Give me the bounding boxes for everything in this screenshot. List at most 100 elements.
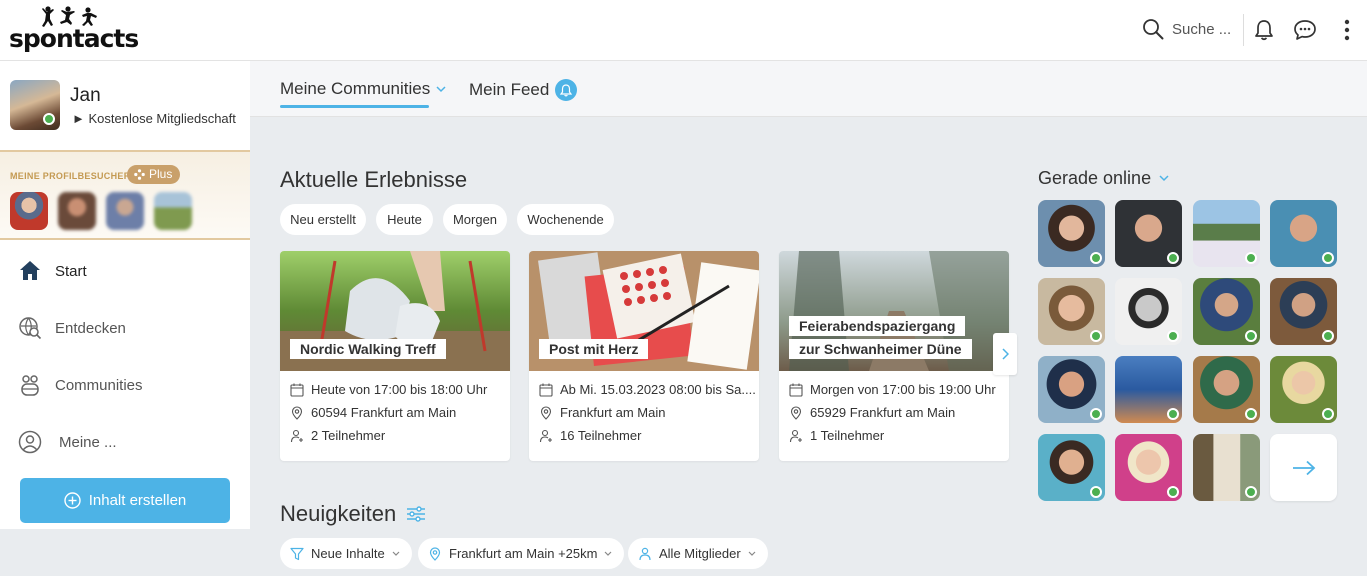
feed-tabs: Meine Communities Mein Feed (250, 61, 1367, 117)
event-participants-text: 16 Teilnehmer (560, 428, 642, 443)
online-user-avatar[interactable] (1193, 278, 1260, 345)
show-more-online-button[interactable] (1270, 434, 1337, 501)
nav-item-meine[interactable]: Meine ... (0, 417, 250, 467)
filter-label: Frankfurt am Main +25km (449, 546, 598, 561)
discover-icon (19, 317, 42, 340)
tab-mein-feed[interactable]: Mein Feed (469, 79, 578, 101)
online-user-avatar[interactable] (1038, 356, 1105, 423)
location-pin-icon (540, 405, 552, 420)
location-pin-icon (429, 546, 441, 561)
calendar-icon (789, 383, 803, 397)
tab-meine-communities[interactable]: Meine Communities (280, 79, 446, 99)
filter-members[interactable]: Alle Mitglieder (628, 538, 768, 569)
online-status-icon (1167, 486, 1179, 498)
online-status-icon (1245, 408, 1257, 420)
search-label: Suche ... (1172, 20, 1232, 38)
online-user-avatar[interactable] (1270, 278, 1337, 345)
participant-icon (789, 429, 802, 442)
calendar-icon (539, 383, 553, 397)
event-date-text: Morgen von 17:00 bis 19:00 Uhr (810, 382, 996, 397)
event-card[interactable]: Nordic Walking Treff Heute von 17:00 bis… (280, 251, 510, 461)
event-location: Frankfurt am Main (539, 405, 665, 420)
online-user-avatar[interactable] (1193, 434, 1260, 501)
event-participants-text: 1 Teilnehmer (810, 428, 885, 443)
event-title: Nordic Walking Treff (290, 339, 446, 359)
chip-morgen[interactable]: Morgen (443, 204, 507, 235)
online-user-avatar[interactable] (1193, 356, 1260, 423)
visitor-avatar[interactable] (58, 192, 96, 230)
event-date: Heute von 17:00 bis 18:00 Uhr (290, 382, 487, 397)
notifications-button[interactable] (1251, 17, 1277, 43)
chip-neu-erstellt[interactable]: Neu erstellt (280, 204, 366, 235)
online-user-avatar[interactable] (1115, 356, 1182, 423)
nav-item-start[interactable]: Start (0, 246, 250, 296)
plus-dots-icon (134, 169, 145, 180)
profile-name[interactable]: Jan (70, 85, 101, 107)
more-menu-button[interactable] (1334, 17, 1360, 43)
sidebar: Jan ► Kostenlose Mitgliedschaft MEINE PR… (0, 61, 250, 529)
more-vertical-icon (1344, 19, 1350, 41)
online-user-avatar[interactable] (1115, 200, 1182, 267)
filter-location[interactable]: Frankfurt am Main +25km (418, 538, 625, 569)
online-user-avatar[interactable] (1038, 278, 1105, 345)
event-location-text: Frankfurt am Main (560, 405, 666, 420)
event-date-text: Heute von 17:00 bis 18:00 Uhr (311, 382, 488, 397)
chevron-down-icon (392, 551, 400, 556)
profile-visitors[interactable]: MEINE PROFILBESUCHER Plus (0, 150, 250, 240)
online-users-header[interactable]: Gerade online (1038, 168, 1169, 189)
nav-item-communities[interactable]: Communities (0, 360, 250, 410)
participant-icon (290, 429, 303, 442)
tab-label: Meine Communities (280, 79, 431, 98)
online-user-avatar[interactable] (1038, 434, 1105, 501)
chip-wochenende[interactable]: Wochenende (517, 204, 614, 235)
membership-link[interactable]: ► Kostenlose Mitgliedschaft (72, 111, 236, 126)
visitor-avatar[interactable] (154, 192, 192, 230)
online-user-avatar[interactable] (1270, 200, 1337, 267)
online-status-icon (1245, 330, 1257, 342)
nav-label: Communities (55, 376, 143, 394)
online-status-icon (1167, 252, 1179, 264)
event-participants: 2 Teilnehmer (290, 428, 385, 443)
carousel-next-button[interactable] (993, 333, 1017, 375)
create-content-button[interactable]: Inhalt erstellen (20, 478, 230, 523)
plus-badge[interactable]: Plus (127, 165, 181, 184)
online-status-icon (1167, 408, 1179, 420)
online-user-avatar[interactable] (1270, 356, 1337, 423)
plus-circle-icon (64, 492, 81, 509)
online-user-avatar[interactable] (1038, 200, 1105, 267)
nav-label: Entdecken (55, 319, 126, 337)
event-card[interactable]: Feierabendspaziergang zur Schwanheimer D… (779, 251, 1009, 461)
event-card[interactable]: Post mit Herz Ab Mi. 15.03.2023 08:00 bi… (529, 251, 759, 461)
spontacts-logo[interactable]: spontacts (9, 6, 139, 54)
online-user-avatar[interactable] (1115, 434, 1182, 501)
search-button[interactable]: Suche ... (1142, 18, 1231, 40)
messages-button[interactable] (1292, 17, 1318, 43)
tab-label: Mein Feed (469, 80, 550, 99)
event-date-text: Ab Mi. 15.03.2023 08:00 bis Sa.... (560, 382, 756, 397)
online-status-icon (43, 113, 55, 125)
filter-content-type[interactable]: Neue Inhalte (280, 538, 412, 569)
event-participants: 16 Teilnehmer (539, 428, 641, 443)
chevron-down-icon (1159, 175, 1169, 182)
arrow-right-icon (1292, 460, 1315, 475)
profile-visitors-label: MEINE PROFILBESUCHER (10, 171, 131, 181)
visitor-avatar[interactable] (10, 192, 48, 230)
search-icon (1143, 19, 1164, 40)
event-title: Feierabendspaziergang (789, 316, 966, 336)
funnel-icon (290, 547, 304, 560)
chip-heute[interactable]: Heute (376, 204, 433, 235)
event-location-text: 65929 Frankfurt am Main (810, 405, 956, 420)
visitor-avatar[interactable] (106, 192, 144, 230)
active-tab-indicator (280, 105, 429, 108)
communities-icon (21, 375, 39, 396)
profile-card[interactable]: Jan ► Kostenlose Mitgliedschaft (0, 61, 250, 151)
nav-item-entdecken[interactable]: Entdecken (0, 303, 250, 353)
online-user-avatar[interactable] (1115, 278, 1182, 345)
filter-label: Alle Mitglieder (659, 546, 741, 561)
filter-settings-icon[interactable] (406, 506, 426, 522)
event-location: 60594 Frankfurt am Main (290, 405, 456, 420)
online-status-icon (1090, 252, 1102, 264)
top-bar: spontacts Suche ... (0, 0, 1367, 61)
online-user-avatar[interactable] (1193, 200, 1260, 267)
nav-label: Meine ... (59, 433, 117, 451)
